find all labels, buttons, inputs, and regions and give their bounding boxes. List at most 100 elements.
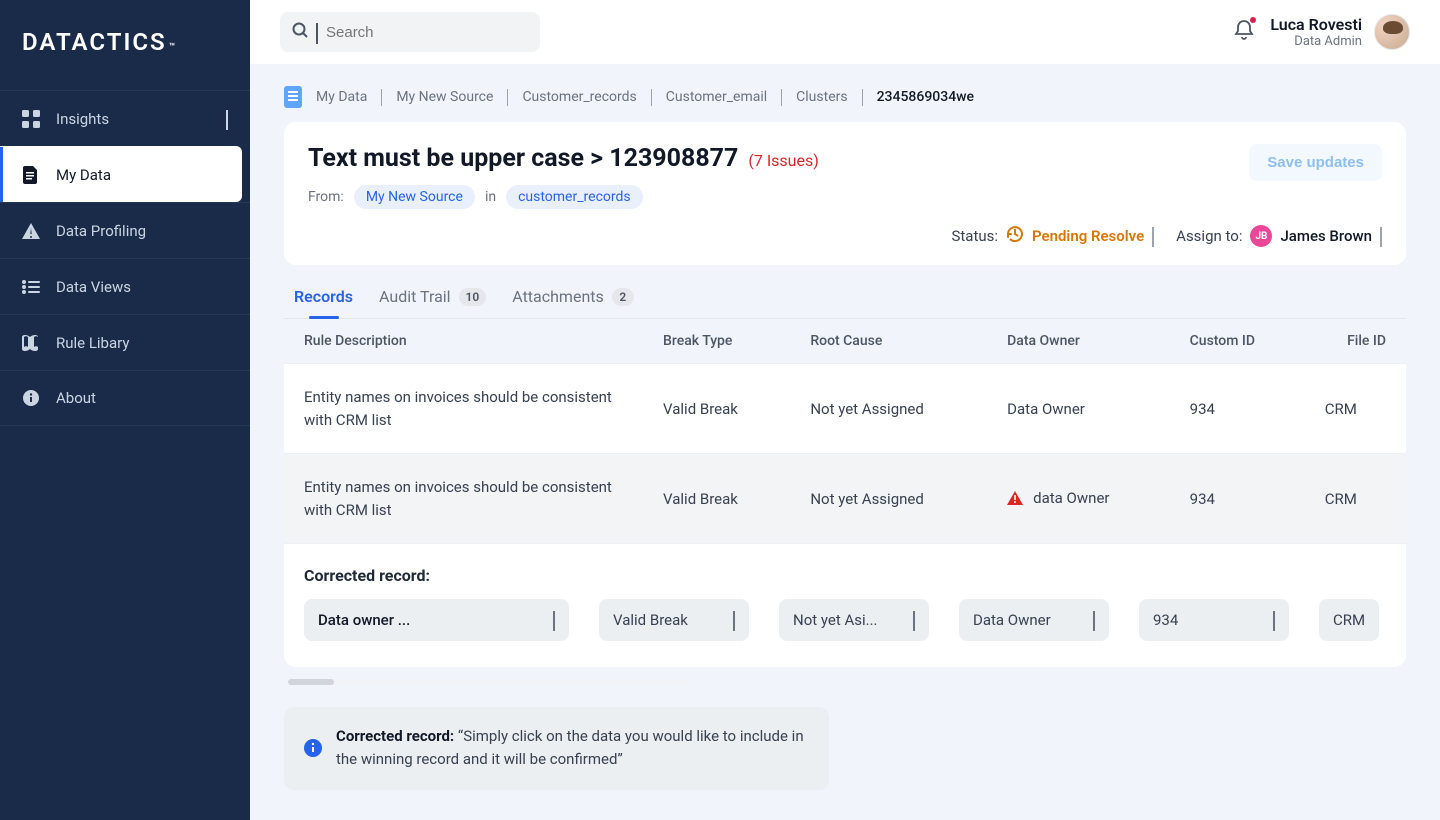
cell-owner: Data Owner [987, 364, 1170, 454]
sidebar-item-label: My Data [56, 166, 111, 184]
cell-owner: data Owner [987, 454, 1170, 544]
horizontal-scrollbar[interactable] [288, 679, 688, 685]
corrected-select-file[interactable]: CRM [1319, 599, 1379, 641]
breadcrumb-link[interactable]: Customer_email [666, 89, 767, 105]
corrected-record-title: Corrected record: [304, 566, 1386, 585]
chevron-down-icon [553, 611, 555, 629]
breadcrumb-link[interactable]: My New Source [396, 89, 493, 105]
chevron-down-icon [733, 611, 735, 629]
cell-custom: 934 [1170, 364, 1305, 454]
breadcrumb: My Data My New Source Customer_records C… [284, 86, 1406, 108]
brand-logo: DATACTICS™ [0, 0, 250, 90]
corrected-select-owner[interactable]: Data owner ... [304, 599, 569, 641]
column-header[interactable]: File ID [1305, 319, 1406, 364]
cell-file: CRM [1305, 454, 1406, 544]
chevron-down-icon [316, 23, 318, 42]
assign-selector[interactable]: Assign to: JB James Brown [1176, 225, 1382, 247]
sidebar: DATACTICS™ Insights My Data Data Profili… [0, 0, 250, 820]
page-header-card: Text must be upper case > 123908877 (7 I… [284, 122, 1406, 265]
chevron-down-icon [913, 611, 915, 629]
sidebar-item-label: Data Views [56, 278, 131, 296]
chevron-down-icon [1152, 227, 1154, 245]
sidebar-item-label: Insights [56, 110, 109, 128]
tab-attachments[interactable]: Attachments 2 [512, 275, 634, 318]
chevron-down-icon [1380, 227, 1382, 245]
page-title: Text must be upper case > 123908877 [308, 144, 738, 173]
table-row[interactable]: Entity names on invoices should be consi… [284, 454, 1406, 544]
assignee-avatar: JB [1250, 225, 1272, 247]
top-bar: Luca Rovesti Data Admin [250, 0, 1440, 64]
count-badge: 2 [612, 288, 634, 306]
chevron-down-icon [1273, 611, 1275, 629]
status-selector[interactable]: Status: Pending Resolve [951, 225, 1154, 247]
primary-nav: Insights My Data Data Profiling Data Vie… [0, 90, 250, 426]
cell-break: Valid Break [643, 364, 790, 454]
breadcrumb-link[interactable]: Customer_records [522, 89, 636, 105]
user-menu[interactable]: Luca Rovesti Data Admin [1270, 14, 1410, 50]
sidebar-item-label: About [56, 389, 96, 407]
column-header[interactable]: Break Type [643, 319, 790, 364]
document-icon [284, 86, 302, 108]
pending-icon [1006, 225, 1024, 247]
column-header[interactable]: Data Owner [987, 319, 1170, 364]
chevron-down-icon [226, 110, 228, 128]
cell-root: Not yet Assigned [790, 454, 987, 544]
from-in: in [485, 189, 496, 205]
chevron-right-icon [781, 89, 782, 105]
column-header[interactable]: Root Cause [790, 319, 987, 364]
list-icon [22, 278, 40, 296]
cell-root: Not yet Assigned [790, 364, 987, 454]
corrected-select-break[interactable]: Valid Break [599, 599, 749, 641]
tab-audit-trail[interactable]: Audit Trail 10 [379, 275, 486, 318]
breadcrumb-link[interactable]: Clusters [796, 89, 847, 105]
sidebar-item-label: Data Profiling [56, 222, 146, 240]
chevron-down-icon [1093, 611, 1095, 629]
issues-count: (7 Issues) [748, 151, 818, 170]
chevron-right-icon [507, 89, 508, 105]
info-icon [22, 389, 40, 407]
column-header[interactable]: Rule Description [284, 319, 643, 364]
breadcrumb-current: 2345869034we [877, 89, 974, 105]
search-box[interactable] [280, 12, 540, 52]
corrected-select-dataowner[interactable]: Data Owner [959, 599, 1109, 641]
search-icon [292, 22, 308, 42]
save-updates-button[interactable]: Save updates [1249, 144, 1382, 181]
table-chip[interactable]: customer_records [506, 185, 643, 209]
sidebar-item-rule-library[interactable]: Rule Libary [0, 314, 250, 370]
cell-break: Valid Break [643, 454, 790, 544]
notifications-button[interactable] [1234, 19, 1254, 45]
info-icon [304, 725, 322, 772]
tabs: Records Audit Trail 10 Attachments 2 [284, 275, 1406, 319]
chevron-right-icon [651, 89, 652, 105]
corrected-record-section: Corrected record: Data owner ... Valid B… [284, 543, 1406, 667]
table-row[interactable]: Entity names on invoices should be consi… [284, 364, 1406, 454]
avatar [1374, 14, 1410, 50]
warning-icon [22, 222, 40, 240]
user-name: Luca Rovesti [1270, 15, 1362, 34]
book-icon [22, 334, 40, 352]
corrected-select-root[interactable]: Not yet Asi... [779, 599, 929, 641]
cell-desc: Entity names on invoices should be consi… [284, 364, 643, 454]
records-table: Rule Description Break Type Root Cause D… [284, 319, 1406, 667]
from-label: From: [308, 189, 344, 205]
notification-dot-icon [1249, 16, 1257, 24]
cell-custom: 934 [1170, 454, 1305, 544]
chevron-right-icon [381, 89, 382, 105]
sidebar-item-data-views[interactable]: Data Views [0, 258, 250, 314]
sidebar-item-data-profiling[interactable]: Data Profiling [0, 202, 250, 258]
cell-file: CRM [1305, 364, 1406, 454]
column-header[interactable]: Custom ID [1170, 319, 1305, 364]
info-banner: Corrected record: “Simply click on the d… [284, 707, 829, 790]
search-input[interactable] [326, 24, 528, 41]
sidebar-item-label: Rule Libary [56, 334, 129, 352]
dashboard-icon [22, 110, 40, 128]
corrected-select-custom[interactable]: 934 [1139, 599, 1289, 641]
source-chip[interactable]: My New Source [354, 185, 475, 209]
user-role: Data Admin [1270, 34, 1362, 49]
file-icon [22, 166, 40, 184]
sidebar-item-about[interactable]: About [0, 370, 250, 426]
breadcrumb-link[interactable]: My Data [316, 89, 367, 105]
sidebar-item-my-data[interactable]: My Data [0, 146, 242, 202]
sidebar-item-insights[interactable]: Insights [0, 90, 250, 146]
tab-records[interactable]: Records [294, 275, 353, 318]
